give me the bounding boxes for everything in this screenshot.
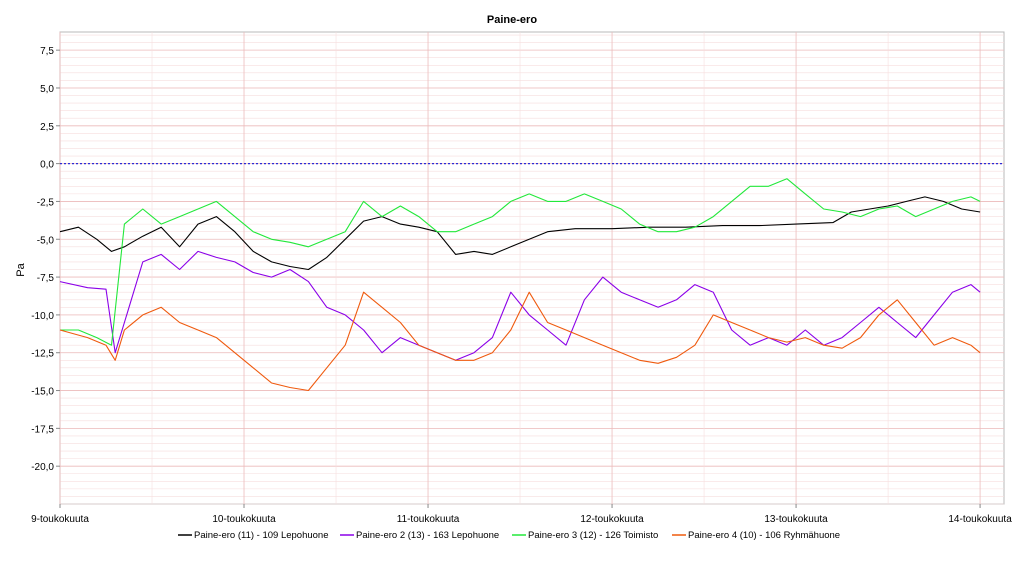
legend-label: Paine-ero 4 (10) - 106 Ryhmähuone: [688, 530, 840, 541]
line-chart: Paine-ero Pa 7,5 5,0 2,5 0,0 -2,5 -5,0 -7,5 -10…: [0, 0, 1024, 558]
x-tick-label: 10-toukokuuta: [212, 514, 276, 525]
y-axis-label: Pa: [15, 262, 27, 276]
legend-label: Paine-ero 2 (13) - 163 Lepohuone: [356, 530, 499, 541]
legend-label: Paine-ero (11) - 109 Lepohuone: [194, 530, 329, 541]
y-tick-label: -10,0: [31, 311, 54, 322]
x-tick-label: 9-toukokuuta: [31, 514, 89, 525]
y-tick-label: -2,5: [37, 197, 55, 208]
y-tick-label: -17,5: [31, 424, 54, 435]
x-tick-label: 11-toukokuuta: [397, 514, 460, 525]
y-tick-label: 2,5: [40, 122, 54, 133]
y-tick-label: 7,5: [40, 46, 54, 57]
y-tick-label: -15,0: [31, 387, 54, 398]
y-tick-label: -5,0: [37, 235, 55, 246]
plot-area: [59, 31, 1005, 505]
chart-title: Paine-ero: [487, 14, 537, 26]
legend-label: Paine-ero 3 (12) - 126 Toimisto: [528, 530, 658, 541]
y-tick-label: 0,0: [40, 160, 54, 171]
x-tick-label: 14-toukokuuta: [948, 514, 1012, 525]
y-tick-label: -12,5: [31, 349, 54, 360]
chart: Paine-ero Pa 7,5 5,0 2,5 0,0 -2,5 -5,0 -7,5 -10…: [0, 0, 1024, 558]
y-tick-label: -7,5: [37, 273, 55, 284]
x-tick-label: 13-toukokuuta: [764, 514, 828, 525]
y-tick-label: 5,0: [40, 84, 54, 95]
x-tick-label: 12-toukokuuta: [580, 514, 644, 525]
y-tick-label: -20,0: [31, 462, 54, 473]
